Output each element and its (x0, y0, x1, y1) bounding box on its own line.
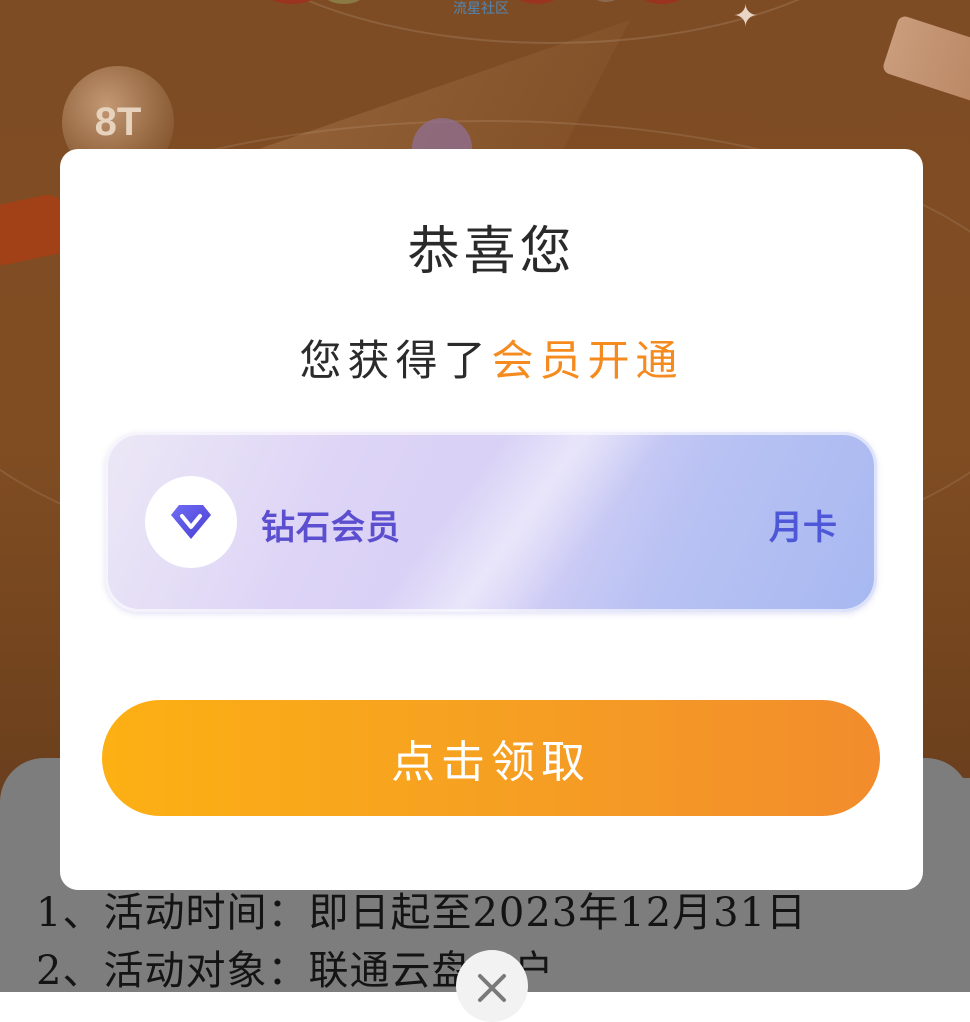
sparkle-icon: ✦ (733, 0, 759, 34)
subtitle-prefix: 您获得了 (299, 336, 492, 385)
reward-dialog: 恭喜您 您获得了会员开通 钻石会员 月卡 点击领取 (60, 149, 923, 890)
membership-name: 钻石会员 (261, 508, 401, 548)
decorative-ring (200, 0, 904, 44)
community-label: 流星社区 (453, 1, 509, 17)
rule-line: 1、活动时间：即日起至2023年12月31日 (36, 890, 808, 936)
close-button[interactable] (456, 950, 528, 1022)
diamond-icon (145, 476, 237, 568)
close-icon (478, 974, 506, 1002)
membership-period: 月卡 (769, 508, 837, 548)
ticket-decoration (881, 14, 970, 106)
dialog-subtitle: 您获得了会员开通 (60, 327, 923, 388)
subtitle-highlight: 会员开通 (491, 336, 684, 385)
rule-line: 2、活动对象：联通云盘用户 (36, 948, 555, 992)
reward-card: 钻石会员 月卡 (105, 432, 877, 612)
activity-rules: 1、活动时间：即日起至2023年12月31日 2、活动对象：联通云盘用户 (36, 884, 807, 992)
claim-button[interactable]: 点击领取 (102, 700, 880, 816)
dialog-title: 恭喜您 (407, 222, 576, 282)
